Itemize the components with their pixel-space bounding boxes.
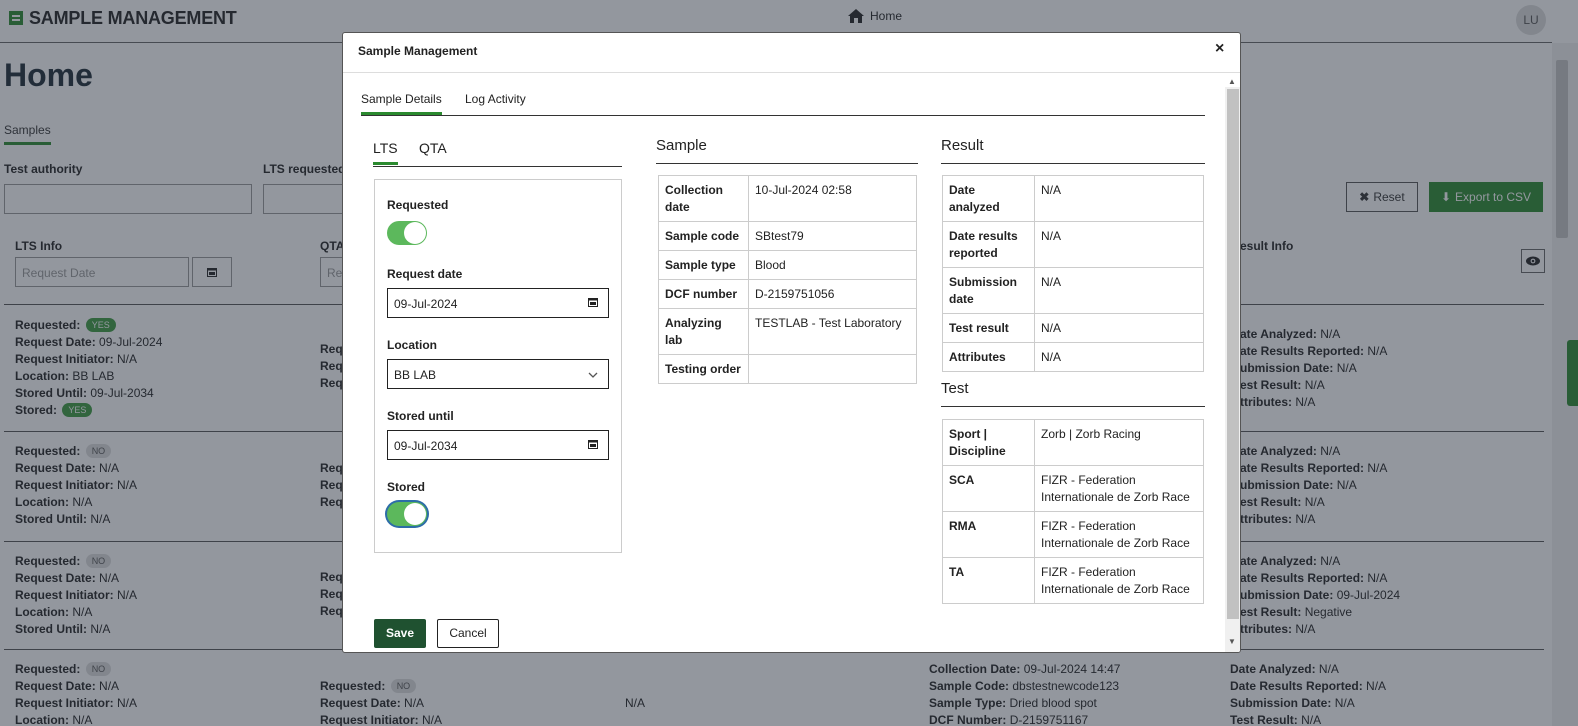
requested-label: Requested (387, 198, 449, 212)
result-section-title: Result (941, 137, 984, 154)
table-row: Date analyzed N/A (942, 175, 1204, 222)
table-row: Submission date N/A (942, 267, 1204, 314)
tab-lts[interactable]: LTS (373, 140, 398, 165)
cancel-button[interactable]: Cancel (437, 619, 499, 648)
scroll-down-icon[interactable]: ▼ (1228, 637, 1236, 646)
stored-label: Stored (387, 480, 426, 494)
stored-until-value: 09-Jul-2034 (394, 439, 458, 453)
tab-qta[interactable]: QTA (419, 140, 447, 162)
location-label: Location (387, 338, 437, 352)
chevron-down-icon (588, 372, 598, 378)
table-row: Test result N/A (942, 313, 1204, 343)
requested-toggle[interactable] (387, 221, 427, 245)
request-date-field[interactable]: 09-Jul-2024 (387, 288, 609, 318)
scroll-up-icon[interactable]: ▲ (1228, 77, 1236, 86)
table-row: Collection date 10-Jul-2024 02:58 (658, 175, 917, 222)
modal-scrollbar-thumb[interactable] (1227, 89, 1239, 619)
tab-sample-details[interactable]: Sample Details (361, 92, 442, 115)
table-row: Attributes N/A (942, 342, 1204, 372)
test-details-table: Sport | Discipline Zorb | Zorb Racing SCA… (942, 419, 1204, 604)
toggle-knob (404, 222, 426, 244)
section-divider (656, 163, 918, 164)
table-row: Analyzing lab TESTLAB - Test Laboratory (658, 308, 917, 355)
table-row: Sample type Blood (658, 250, 917, 280)
sample-management-modal: Sample Management × Sample Details Log A… (342, 32, 1241, 653)
modal-tabs: Sample Details Log Activity (361, 88, 1205, 116)
section-divider (941, 163, 1205, 164)
sample-details-table: Collection date 10-Jul-2024 02:58 Sample … (658, 175, 917, 384)
tab-log-activity[interactable]: Log Activity (465, 92, 526, 112)
location-select[interactable]: BB LAB (387, 359, 609, 389)
toggle-knob (404, 503, 426, 525)
request-date-label: Request date (387, 267, 463, 281)
test-section-title: Test (941, 380, 969, 397)
section-divider (941, 406, 1205, 407)
sample-section-title: Sample (656, 137, 707, 154)
stored-toggle[interactable] (387, 502, 427, 526)
table-row: RMA FIZR - Federation Internationale de Z… (942, 511, 1204, 558)
table-row: Sport | Discipline Zorb | Zorb Racing (942, 419, 1204, 466)
stored-until-field[interactable]: 09-Jul-2034 (387, 430, 609, 460)
result-details-table: Date analyzed N/A Date results reported N/… (942, 175, 1204, 372)
table-row: DCF number D-2159751056 (658, 279, 917, 309)
calendar-icon[interactable] (588, 297, 598, 307)
close-icon[interactable]: × (1215, 41, 1224, 57)
save-button[interactable]: Save (374, 619, 426, 648)
lts-form-panel: Requested Request date 09-Jul-2024 Locat… (374, 179, 622, 553)
table-row: Sample code SBtest79 (658, 221, 917, 251)
modal-header: Sample Management × (343, 33, 1240, 73)
modal-title: Sample Management (358, 44, 478, 58)
table-row: SCA FIZR - Federation Internationale de Z… (942, 465, 1204, 512)
location-value: BB LAB (394, 368, 437, 382)
lts-qta-tabs: LTS QTA (373, 137, 622, 167)
stored-until-label: Stored until (387, 409, 454, 423)
table-row: Date results reported N/A (942, 221, 1204, 268)
request-date-value: 09-Jul-2024 (394, 297, 458, 311)
table-row: TA FIZR - Federation Internationale de Zo… (942, 557, 1204, 604)
page: SAMPLE MANAGEMENT Home LU Home Samples T… (0, 0, 1578, 726)
calendar-icon[interactable] (588, 439, 598, 449)
table-row: Testing order (658, 354, 917, 384)
